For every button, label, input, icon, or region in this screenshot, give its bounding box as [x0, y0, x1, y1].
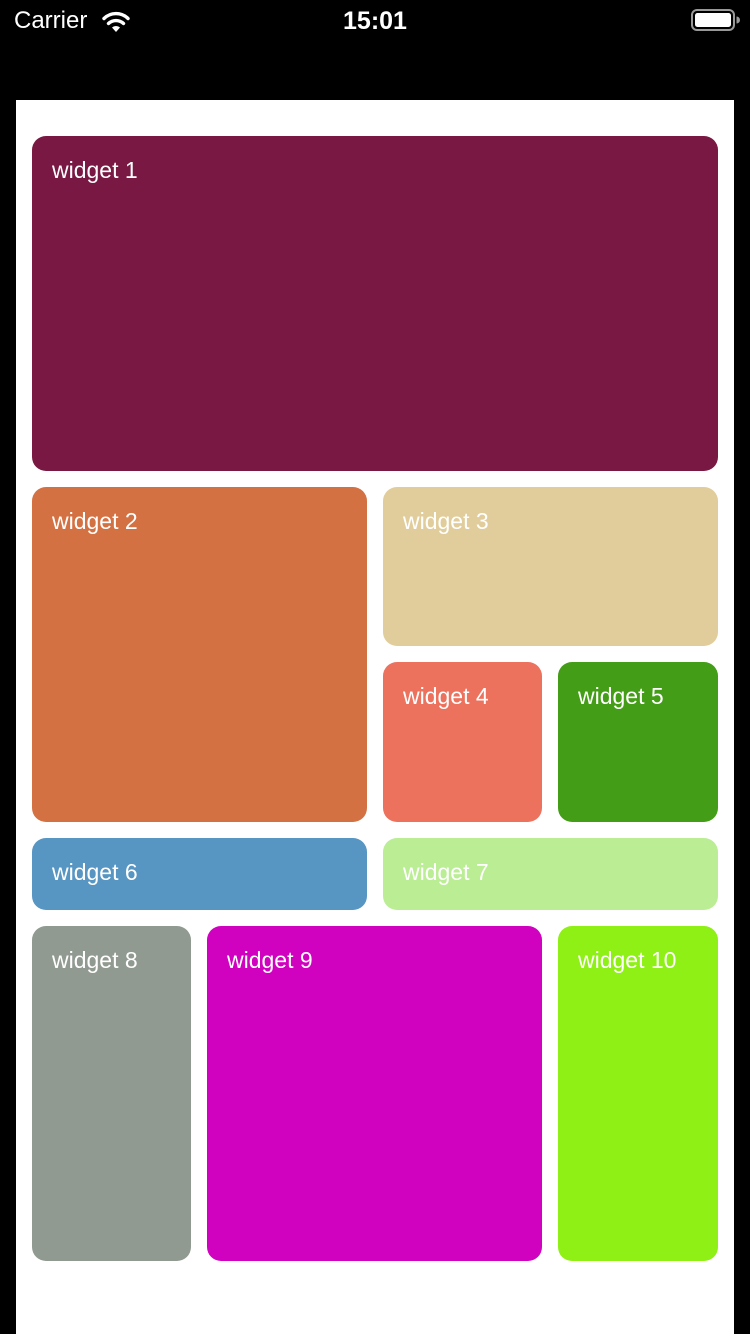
- widget-label: widget 4: [403, 683, 489, 709]
- widget-5[interactable]: widget 5: [558, 662, 718, 822]
- dashboard-content: widget 1 widget 2 widget 3 widget 4 widg…: [16, 100, 734, 1334]
- widget-6[interactable]: widget 6: [32, 838, 367, 910]
- widget-label: widget 2: [52, 508, 138, 534]
- widget-label: widget 3: [403, 508, 489, 534]
- widget-label: widget 9: [227, 947, 313, 973]
- widget-10[interactable]: widget 10: [558, 926, 718, 1261]
- widget-label: widget 7: [403, 859, 489, 885]
- phone-screen: Carrier 15:01 widget 1 widget 2 widget 3…: [0, 0, 750, 1334]
- widget-label: widget 6: [52, 859, 138, 885]
- widget-9[interactable]: widget 9: [207, 926, 542, 1261]
- widget-3[interactable]: widget 3: [383, 487, 718, 646]
- widget-label: widget 1: [52, 157, 138, 183]
- status-time: 15:01: [343, 7, 407, 35]
- widget-1[interactable]: widget 1: [32, 136, 718, 471]
- widget-label: widget 5: [578, 683, 664, 709]
- widget-8[interactable]: widget 8: [32, 926, 191, 1261]
- widget-2[interactable]: widget 2: [32, 487, 367, 822]
- widget-7[interactable]: widget 7: [383, 838, 718, 910]
- widget-4[interactable]: widget 4: [383, 662, 542, 822]
- status-bar: Carrier 15:01: [0, 0, 750, 40]
- widget-label: widget 8: [52, 947, 138, 973]
- widget-label: widget 10: [578, 947, 677, 973]
- battery-icon: [691, 9, 741, 31]
